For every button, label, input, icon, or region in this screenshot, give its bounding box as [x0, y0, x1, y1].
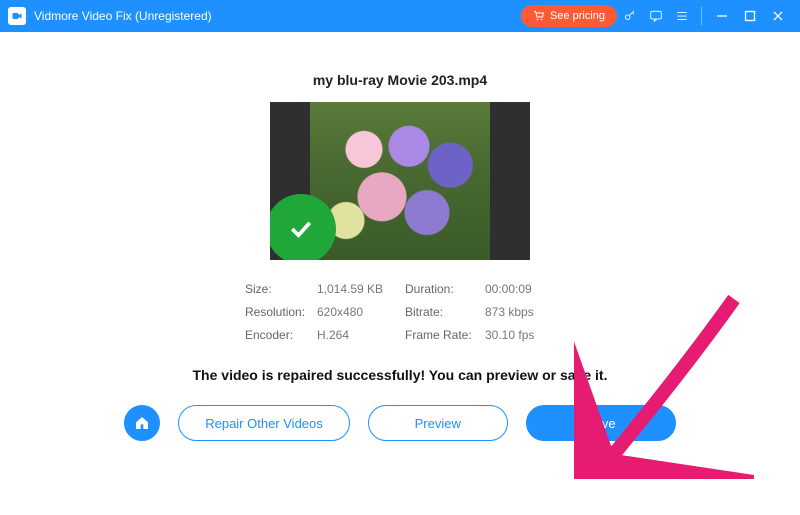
video-thumbnail: [310, 102, 490, 260]
encoder-label: Encoder:: [245, 328, 317, 342]
feedback-icon[interactable]: [643, 3, 669, 29]
see-pricing-button[interactable]: See pricing: [521, 5, 617, 27]
bitrate-label: Bitrate:: [405, 305, 485, 319]
app-title: Vidmore Video Fix (Unregistered): [34, 9, 212, 23]
save-button[interactable]: Save: [526, 405, 676, 441]
resolution-value: 620x480: [317, 305, 405, 319]
video-metadata: Size: 1,014.59 KB Duration: 00:00:09 Res…: [245, 282, 555, 351]
size-value: 1,014.59 KB: [317, 282, 405, 296]
framerate-value: 30.10 fps: [485, 328, 534, 342]
key-icon[interactable]: [617, 3, 643, 29]
check-icon: [286, 214, 316, 244]
app-logo-icon: [8, 7, 26, 25]
success-message: The video is repaired successfully! You …: [193, 367, 608, 383]
divider: [701, 7, 702, 25]
success-check-badge: [270, 194, 336, 260]
duration-value: 00:00:09: [485, 282, 532, 296]
meta-row: Size: 1,014.59 KB Duration: 00:00:09: [245, 282, 555, 296]
bitrate-value: 873 kbps: [485, 305, 534, 319]
see-pricing-label: See pricing: [550, 10, 605, 22]
size-label: Size:: [245, 282, 317, 296]
annotation-arrow: [574, 289, 754, 479]
preview-button[interactable]: Preview: [368, 405, 508, 441]
cart-icon: [533, 10, 545, 22]
meta-row: Resolution: 620x480 Bitrate: 873 kbps: [245, 305, 555, 319]
close-button[interactable]: [764, 10, 792, 22]
duration-label: Duration:: [405, 282, 485, 296]
titlebar: Vidmore Video Fix (Unregistered) See pri…: [0, 0, 800, 32]
action-bar: Repair Other Videos Preview Save: [124, 405, 676, 441]
framerate-label: Frame Rate:: [405, 328, 485, 342]
encoder-value: H.264: [317, 328, 405, 342]
home-button[interactable]: [124, 405, 160, 441]
video-preview: [270, 102, 530, 260]
meta-row: Encoder: H.264 Frame Rate: 30.10 fps: [245, 328, 555, 342]
repair-other-videos-button[interactable]: Repair Other Videos: [178, 405, 350, 441]
resolution-label: Resolution:: [245, 305, 317, 319]
file-name: my blu-ray Movie 203.mp4: [313, 72, 487, 88]
minimize-button[interactable]: [708, 10, 736, 22]
home-icon: [134, 415, 150, 431]
main-content: my blu-ray Movie 203.mp4 Size: 1,014.59 …: [0, 32, 800, 515]
maximize-button[interactable]: [736, 10, 764, 22]
menu-icon[interactable]: [669, 3, 695, 29]
